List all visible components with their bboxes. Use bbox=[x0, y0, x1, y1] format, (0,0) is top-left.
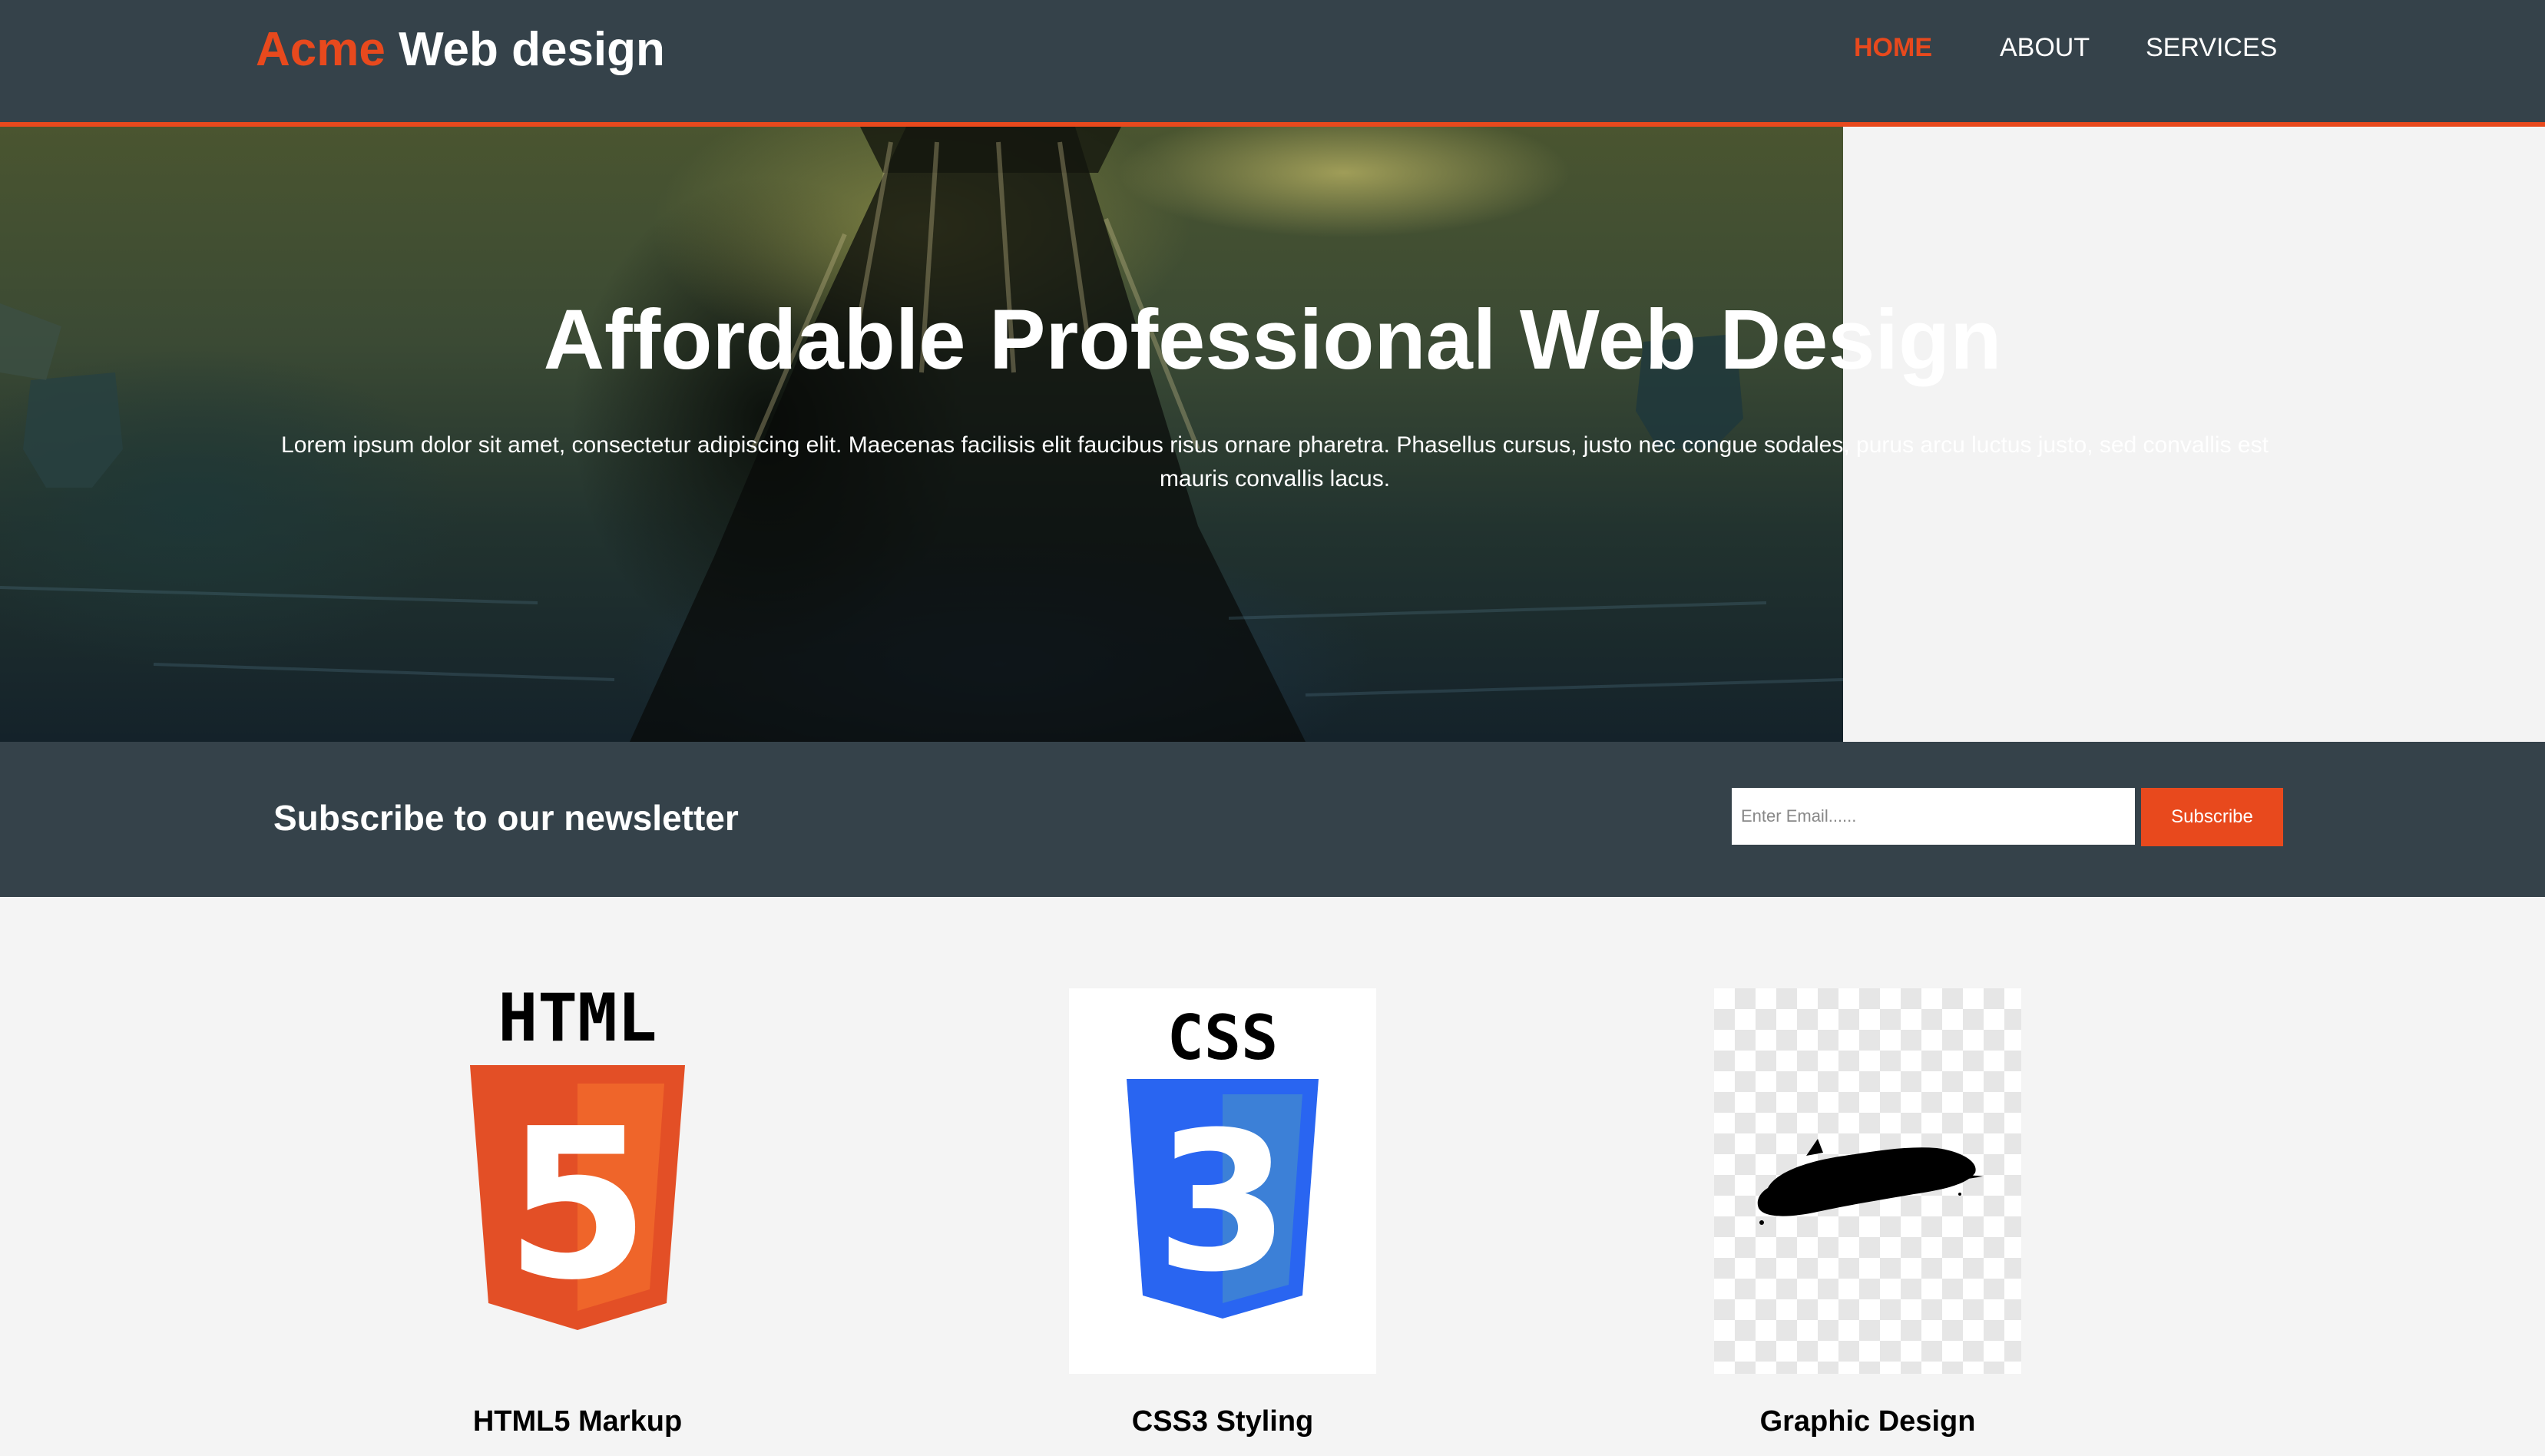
brand-name: Web design bbox=[399, 23, 665, 76]
html5-logo-number: 5 bbox=[505, 1084, 650, 1325]
css3-logo-icon: CSS 3 bbox=[1069, 988, 1376, 1374]
newsletter-heading: Subscribe to our newsletter bbox=[273, 798, 739, 838]
box-title: HTML5 Markup bbox=[472, 1405, 683, 1438]
box-title: CSS3 Styling bbox=[1131, 1405, 1314, 1438]
showcase-title: Affordable Professional Web Design bbox=[543, 293, 2002, 387]
nav-services-link[interactable]: SERVICES bbox=[2146, 31, 2277, 65]
newsletter-section: Subscribe to our newsletter Subscribe bbox=[0, 742, 2545, 897]
email-input[interactable] bbox=[1732, 788, 2135, 845]
showcase-section: Affordable Professional Web Design Lorem… bbox=[0, 127, 2545, 742]
box-title: Graphic Design bbox=[1759, 1405, 1976, 1438]
subscribe-button[interactable]: Subscribe bbox=[2141, 788, 2283, 846]
site-header: Acme Web design HOME ABOUT SERVICES bbox=[0, 0, 2545, 127]
brand-highlight: Acme bbox=[256, 23, 386, 76]
nav-about-link[interactable]: ABOUT bbox=[2000, 31, 2090, 65]
nav-home-link[interactable]: HOME bbox=[1854, 31, 1938, 65]
css3-logo-number: 3 bbox=[1156, 1090, 1289, 1314]
brush-stroke-icon bbox=[1714, 988, 2021, 1374]
css3-logo-text: CSS bbox=[1167, 1002, 1279, 1074]
brand-logo[interactable]: Acme Web design bbox=[256, 22, 665, 78]
html5-logo-icon: HTML 5 bbox=[424, 980, 731, 1374]
html5-logo-text: HTML bbox=[498, 988, 657, 1057]
showcase-text: Lorem ipsum dolor sit amet, consectetur … bbox=[281, 432, 2269, 491]
main-nav: HOME ABOUT SERVICES bbox=[1854, 0, 2545, 96]
